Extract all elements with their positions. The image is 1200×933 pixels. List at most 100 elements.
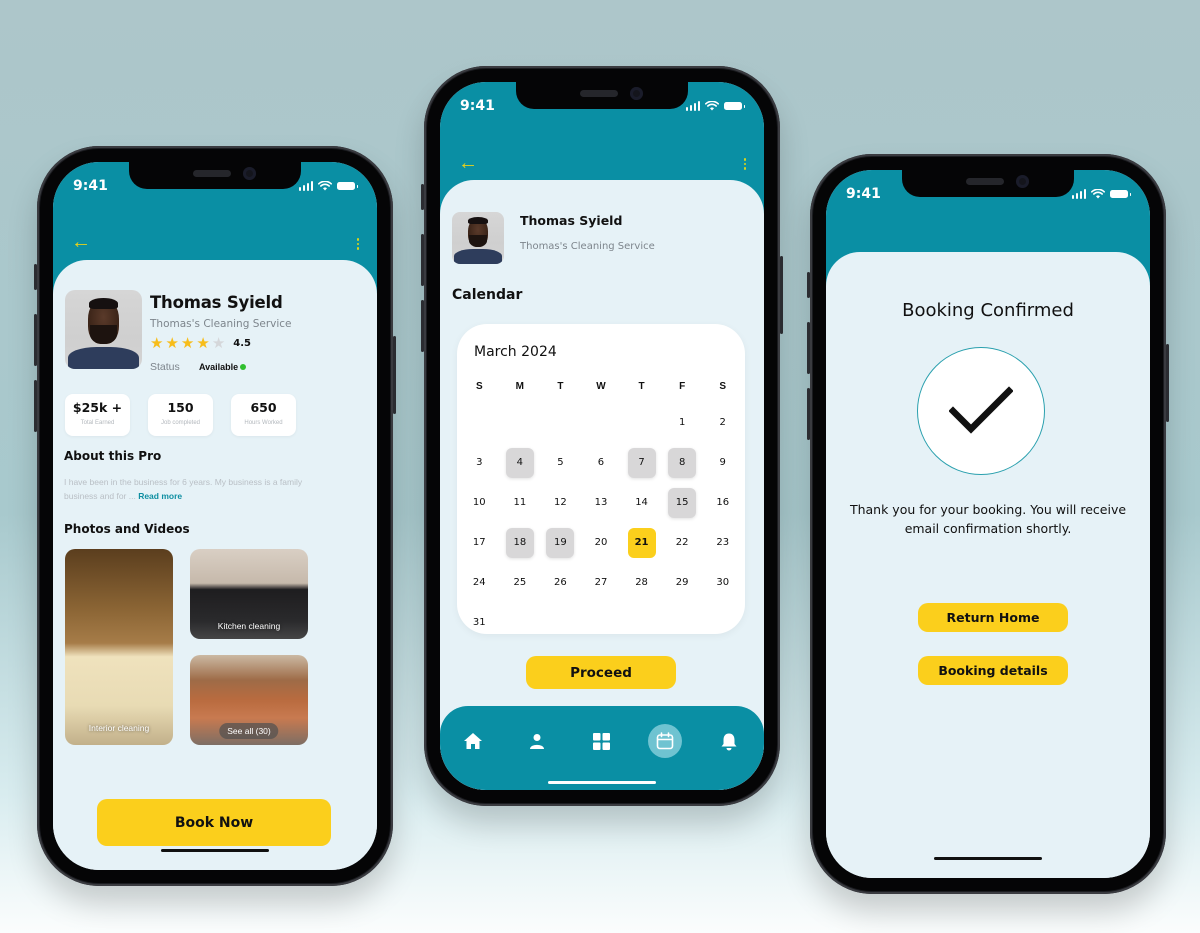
calendar-day[interactable]: 30	[709, 568, 737, 598]
wifi-icon	[318, 181, 332, 191]
calendar-day[interactable]: 11	[506, 488, 534, 518]
stat-label: Job completed	[160, 420, 201, 426]
photo-caption: Kitchen cleaning	[217, 621, 281, 631]
more-options-icon[interactable]	[356, 238, 359, 250]
nav-home[interactable]	[456, 724, 490, 758]
calendar-day[interactable]: 26	[546, 568, 574, 598]
bottom-nav	[440, 706, 764, 790]
stat-card: 150 Job completed	[148, 394, 213, 436]
calendar-day-unavailable[interactable]: 18	[505, 528, 534, 558]
wifi-icon	[1091, 189, 1105, 199]
more-options-icon[interactable]	[743, 158, 746, 170]
about-title: About this Pro	[64, 449, 162, 463]
return-home-button[interactable]: Return Home	[918, 603, 1068, 632]
calendar-day[interactable]: 5	[546, 448, 574, 478]
weekday-label: M	[515, 380, 525, 392]
photo-caption: Interior cleaning	[88, 723, 150, 733]
signal-icon	[298, 181, 313, 191]
notch	[516, 82, 688, 109]
profile-screen: 9:41 ← Thomas Syield Thomas's Cleaning S…	[53, 162, 377, 870]
checkmark-icon	[949, 386, 1013, 434]
phone-calendar: 9:41 ← Thomas Syield Thomas's Cleaning S…	[421, 66, 783, 806]
calendar-day[interactable]: 31	[465, 608, 493, 638]
notch	[902, 170, 1074, 197]
calendar-screen: 9:41 ← Thomas Syield Thomas's Cleaning S…	[440, 82, 764, 790]
star-icon: ★	[196, 335, 210, 352]
calendar-day[interactable]: 9	[709, 448, 737, 478]
about-body: I have been in the business for 6 years.…	[64, 477, 303, 501]
calendar-day[interactable]: 3	[465, 448, 493, 478]
weekday-label: S	[719, 380, 727, 392]
calendar-day-selected[interactable]: 21	[627, 528, 656, 558]
star-icon: ★	[180, 335, 195, 352]
calendar-day-unavailable[interactable]: 4	[505, 448, 534, 478]
calendar-day[interactable]: 16	[709, 488, 737, 518]
phone-confirmation: 9:41 Booking Confirmed Thank you for you…	[807, 154, 1169, 894]
pro-name: Thomas Syield	[520, 213, 623, 228]
stat-label: Total Earned	[80, 420, 115, 426]
nav-profile[interactable]	[520, 724, 554, 758]
calendar-day[interactable]: 14	[628, 488, 656, 518]
booking-details-button[interactable]: Booking details	[918, 656, 1068, 685]
status-time: 9:41	[846, 186, 881, 202]
signal-icon	[685, 101, 700, 111]
status-dot-icon	[240, 364, 247, 370]
back-arrow-icon[interactable]: ←	[71, 232, 91, 252]
calendar-day[interactable]: 13	[587, 488, 615, 518]
star-empty-icon: ★	[211, 335, 226, 352]
nav-calendar[interactable]	[648, 724, 682, 758]
back-arrow-icon[interactable]: ←	[458, 153, 478, 173]
battery-icon	[1110, 190, 1131, 198]
battery-icon	[337, 182, 358, 190]
status-text: Available	[199, 362, 239, 372]
calendar-day[interactable]: 28	[628, 568, 656, 598]
calendar-day[interactable]: 22	[668, 528, 696, 558]
book-now-button[interactable]: Book Now	[97, 799, 331, 846]
calendar-day-unavailable[interactable]: 8	[668, 448, 697, 478]
stat-value: 150	[167, 400, 194, 415]
calendar-day[interactable]: 29	[668, 568, 696, 598]
home-icon	[464, 733, 482, 749]
calendar-day[interactable]: 10	[465, 488, 493, 518]
nav-notifications[interactable]	[712, 724, 746, 758]
photos-title: Photos and Videos	[64, 522, 190, 536]
stat-card: 650 Hours Worked	[231, 394, 296, 436]
photo-interior-cleaning[interactable]: Interior cleaning	[65, 549, 173, 745]
status-value: Available	[199, 362, 247, 372]
calendar-day[interactable]: 20	[587, 528, 615, 558]
read-more-link[interactable]: Read more	[138, 491, 182, 501]
about-text: I have been in the business for 6 years.…	[64, 475, 334, 503]
calendar-day[interactable]: 27	[587, 568, 615, 598]
stat-label: Hours Worked	[244, 420, 283, 426]
stats-row: $25k + Total Earned 150 Job completed 650 H…	[65, 394, 296, 436]
photo-see-all[interactable]: See all (30)	[190, 655, 308, 745]
pro-name: Thomas Syield	[150, 293, 283, 312]
calendar-day[interactable]: 17	[465, 528, 493, 558]
nav-categories[interactable]	[584, 724, 618, 758]
bell-icon	[721, 733, 737, 750]
days-grid: 1 2 3 4 5 6 7 8 9 10 11 12 13 14 15 16 17 18 19 20 21 22 23 24 2…	[457, 403, 745, 643]
confirmation-sheet	[826, 252, 1150, 878]
calendar-day-unavailable[interactable]: 19	[546, 528, 575, 558]
confirmation-title: Booking Confirmed	[902, 300, 1074, 321]
avatar	[65, 290, 142, 369]
calendar-day[interactable]: 25	[506, 568, 534, 598]
user-icon	[530, 734, 544, 749]
weekday-label: T	[557, 380, 564, 392]
home-indicator	[934, 857, 1042, 860]
photo-kitchen-cleaning[interactable]: Kitchen cleaning	[190, 549, 308, 639]
calendar-day-unavailable[interactable]: 15	[668, 488, 697, 518]
calendar-day-unavailable[interactable]: 7	[627, 448, 656, 478]
calendar-day[interactable]: 23	[709, 528, 737, 558]
proceed-button[interactable]: Proceed	[526, 656, 676, 689]
calendar-day[interactable]: 6	[587, 448, 615, 478]
calendar-day[interactable]: 1	[668, 408, 696, 438]
calendar-sheet: Thomas Syield Thomas's Cleaning Service …	[440, 180, 764, 790]
calendar-day[interactable]: 24	[465, 568, 493, 598]
weekday-label: F	[679, 380, 686, 392]
calendar-day[interactable]: 2	[709, 408, 737, 438]
weekday-header: SMTWTFS	[457, 376, 745, 396]
see-all-label[interactable]: See all (30)	[219, 723, 279, 739]
calendar-day[interactable]: 12	[546, 488, 574, 518]
home-indicator	[161, 849, 269, 852]
